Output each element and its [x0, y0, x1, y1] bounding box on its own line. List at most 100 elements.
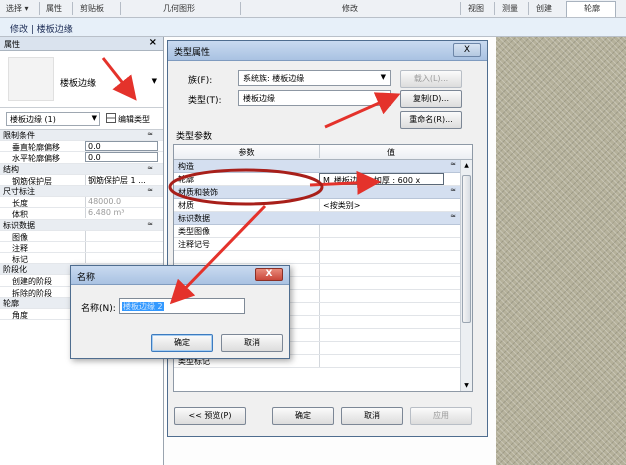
- property-row[interactable]: 图像: [0, 230, 163, 242]
- close-icon[interactable]: ×: [149, 37, 157, 48]
- category-label: 轮廓: [3, 298, 19, 308]
- parameter-value[interactable]: [319, 238, 444, 250]
- close-button[interactable]: X: [255, 268, 283, 281]
- parameter-row[interactable]: 轮廓 M_楼板边缘 - 加厚 : 600 x 300mm: [174, 173, 462, 195]
- parameter-value[interactable]: [319, 303, 444, 315]
- load-button[interactable]: 载入(L)...: [400, 70, 462, 88]
- ribbon-properties[interactable]: 属性: [46, 3, 62, 14]
- property-value[interactable]: 0.0: [85, 141, 158, 152]
- chevron-down-icon: ▼: [380, 73, 386, 81]
- column-header-value[interactable]: 值: [319, 145, 462, 158]
- family-dropdown[interactable]: 系统族: 楼板边缘 ▼: [238, 70, 391, 86]
- type-dropdown[interactable]: 楼板边缘 ▼: [238, 90, 391, 106]
- property-row[interactable]: 标记: [0, 253, 163, 265]
- property-value[interactable]: 6.480 m³: [85, 208, 158, 219]
- property-category[interactable]: 限制条件 ≈: [0, 130, 163, 142]
- ribbon-separator: [39, 2, 40, 15]
- collapse-icon[interactable]: ≈: [147, 130, 153, 138]
- property-row[interactable]: 体积 6.480 m³: [0, 208, 163, 220]
- parameter-value[interactable]: [319, 225, 444, 237]
- ok-button[interactable]: 确定: [272, 407, 334, 425]
- property-value[interactable]: [85, 241, 158, 252]
- property-category[interactable]: 尺寸标注 ≈: [0, 185, 163, 198]
- parameter-value[interactable]: [319, 251, 444, 263]
- scroll-up-icon[interactable]: ▲: [461, 162, 472, 169]
- parameter-value[interactable]: <按类别>: [319, 199, 444, 211]
- property-row[interactable]: 水平轮廓偏移 0.0: [0, 152, 163, 164]
- model-hatch-area[interactable]: [496, 37, 626, 465]
- parameter-value[interactable]: [319, 355, 444, 367]
- ribbon-view[interactable]: 视图: [468, 3, 484, 14]
- type-preview-image: [8, 57, 54, 101]
- category-label: 结构: [3, 164, 19, 174]
- collapse-icon[interactable]: ≈: [147, 164, 153, 172]
- duplicate-button[interactable]: 复制(D)...: [400, 90, 462, 108]
- property-row[interactable]: 钢筋保护层 钢筋保护层 1 ...: [0, 174, 163, 186]
- parameter-row[interactable]: 注释记号: [174, 238, 462, 251]
- ribbon-separator: [120, 2, 121, 15]
- parameter-value[interactable]: [319, 264, 444, 276]
- chevron-down-icon[interactable]: ▼: [152, 77, 157, 85]
- property-value[interactable]: 48000.0: [85, 197, 158, 208]
- instance-filter-dropdown[interactable]: 楼板边缘 (1) ▼: [6, 112, 100, 126]
- property-row[interactable]: 长度 48000.0: [0, 197, 163, 209]
- dialog-title: 类型属性: [174, 48, 211, 58]
- ribbon-clipboard[interactable]: 剪贴板: [80, 3, 104, 14]
- cancel-button[interactable]: 取消: [221, 334, 283, 352]
- ok-button[interactable]: 确定: [151, 334, 213, 352]
- type-selector[interactable]: 楼板边缘 ▼: [0, 51, 163, 108]
- parameter-group[interactable]: 标识数据 ≈: [174, 212, 462, 225]
- name-label: 名称(N):: [81, 304, 116, 314]
- apply-button[interactable]: 应用: [410, 407, 472, 425]
- parameter-row[interactable]: 材质 <按类别>: [174, 199, 462, 212]
- properties-palette: 属性 × 楼板边缘 ▼ 楼板边缘 (1) ▼ 编辑类型 限制条件 ≈ 垂直轮廓偏移 0…: [0, 37, 164, 465]
- property-value[interactable]: 钢筋保护层 1 ...: [85, 174, 158, 185]
- category-label: 尺寸标注: [3, 186, 35, 196]
- ribbon-separator: [72, 2, 73, 15]
- ribbon-create[interactable]: 创建: [536, 3, 552, 14]
- scrollbar-thumb[interactable]: [462, 175, 471, 323]
- property-row[interactable]: 垂直轮廓偏移 0.0: [0, 141, 163, 153]
- collapse-icon[interactable]: ≈: [147, 186, 153, 194]
- edit-type-button[interactable]: 编辑类型: [104, 111, 152, 127]
- column-header-parameter[interactable]: 参数: [174, 147, 319, 158]
- rename-button[interactable]: 重命名(R)...: [400, 111, 462, 129]
- parameter-row[interactable]: 类型图像: [174, 225, 462, 238]
- parameter-value[interactable]: [319, 290, 444, 302]
- category-label: 标识数据: [3, 220, 35, 230]
- parameter-row[interactable]: [174, 251, 462, 264]
- parameter-name: 类型图像: [178, 227, 210, 236]
- property-value[interactable]: [85, 253, 158, 264]
- property-value[interactable]: 0.0: [85, 152, 158, 163]
- collapse-icon[interactable]: ≈: [147, 220, 153, 228]
- property-row[interactable]: 注释: [0, 241, 163, 254]
- parameter-value[interactable]: M_楼板边缘 - 加厚 : 600 x 300mm: [319, 173, 444, 195]
- property-category[interactable]: 结构 ≈: [0, 163, 163, 175]
- close-button[interactable]: X: [453, 43, 481, 57]
- collapse-icon[interactable]: ≈: [450, 212, 456, 220]
- ribbon-modify[interactable]: 修改: [342, 3, 358, 14]
- ribbon-separator: [528, 2, 529, 15]
- name-input[interactable]: 楼板边缘 2: [119, 298, 245, 314]
- edit-type-label: 编辑类型: [118, 115, 150, 124]
- parameter-value[interactable]: [319, 316, 444, 328]
- ribbon-geometry[interactable]: 几何图形: [163, 3, 195, 14]
- group-label: 构造: [178, 162, 194, 171]
- parameter-group[interactable]: 材质和装饰 ≈: [174, 186, 462, 199]
- cancel-button[interactable]: 取消: [341, 407, 403, 425]
- parameter-value[interactable]: [319, 329, 444, 341]
- preview-button[interactable]: << 预览(P): [174, 407, 246, 425]
- parameter-value[interactable]: [319, 342, 444, 354]
- property-category[interactable]: 标识数据 ≈: [0, 219, 163, 231]
- ribbon-separator: [460, 2, 461, 15]
- parameter-value[interactable]: [319, 277, 444, 289]
- property-value[interactable]: [85, 230, 158, 241]
- collapse-icon[interactable]: ≈: [450, 160, 456, 168]
- collapse-icon[interactable]: ≈: [450, 186, 456, 194]
- ribbon-measure[interactable]: 测量: [502, 3, 518, 14]
- parameter-group[interactable]: 构造 ≈: [174, 160, 462, 173]
- scroll-down-icon[interactable]: ▼: [461, 382, 472, 389]
- ribbon-select[interactable]: 选择 ▾: [6, 3, 29, 14]
- ribbon-profile[interactable]: 轮廓: [584, 3, 600, 14]
- vertical-scrollbar[interactable]: ▲ ▼: [460, 160, 472, 391]
